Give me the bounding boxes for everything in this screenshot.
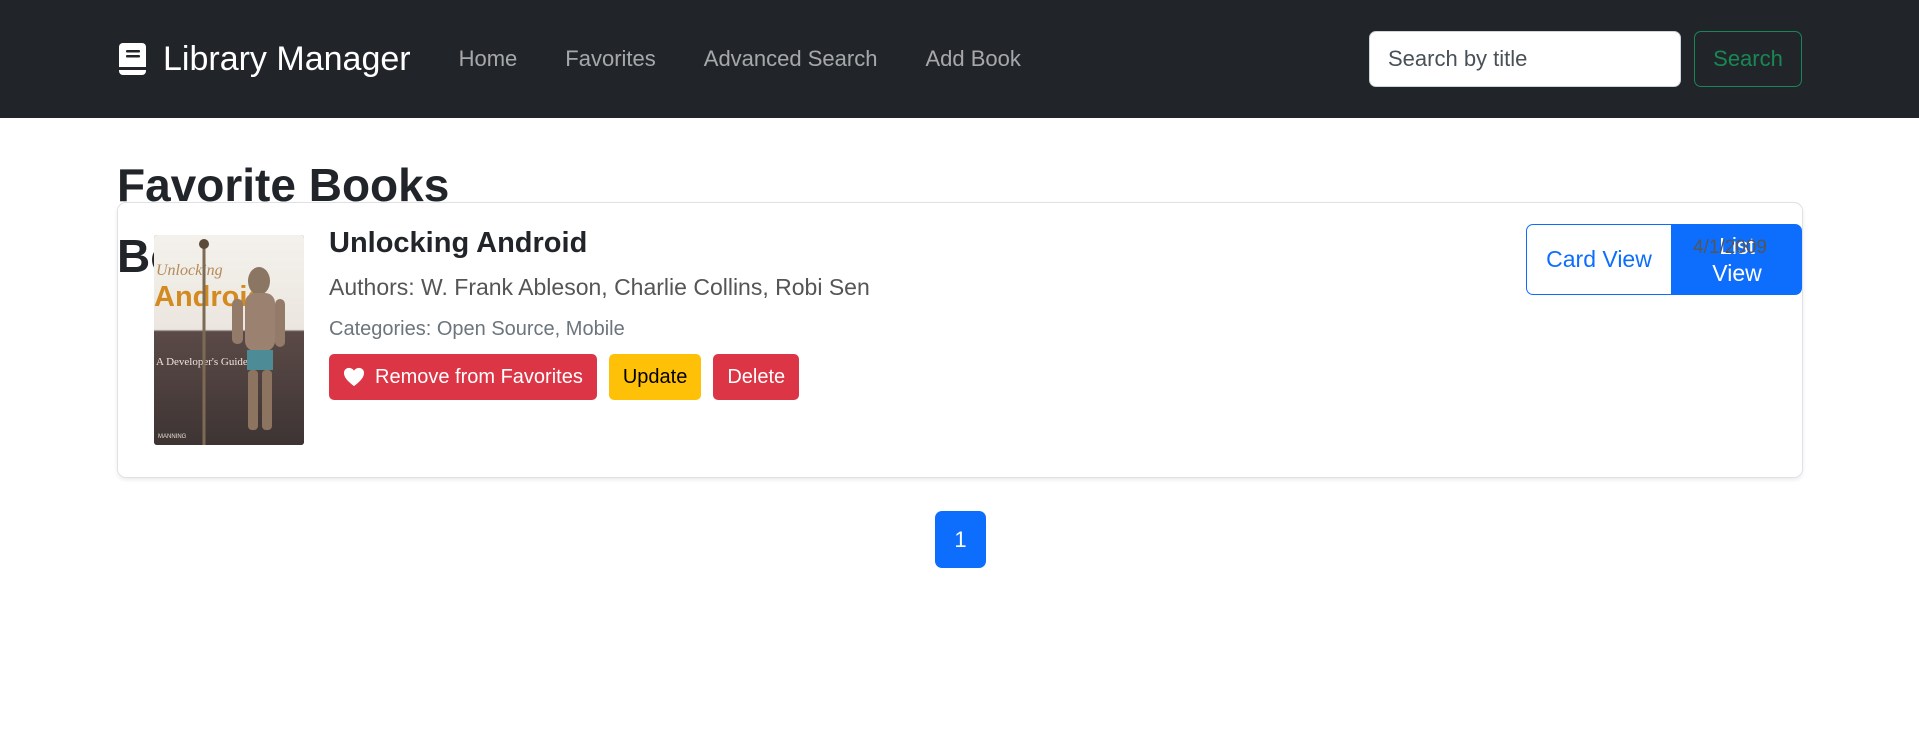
nav-links: Home Favorites Advanced Search Add Book: [435, 46, 1045, 72]
brand-text-light: Manager: [276, 39, 411, 78]
cover-line4: MANNING: [158, 434, 187, 440]
book-list-item: Unlocking Android A Developer's Guide MA…: [117, 202, 1803, 478]
nav-home[interactable]: Home: [435, 46, 542, 72]
book-actions: Remove from Favorites Update Delete: [329, 354, 800, 400]
pagination: 1: [935, 511, 986, 568]
brand-text: Library Manager: [163, 40, 411, 79]
book-categories: Categories: Open Source, Mobile: [329, 318, 625, 340]
brand-text-bold: Library: [163, 39, 267, 78]
nav-add-book[interactable]: Add Book: [901, 46, 1044, 72]
navbar: Library Manager Home Favorites Advanced …: [0, 0, 1919, 118]
cover-line3: A Developer's Guide: [156, 356, 248, 368]
heart-icon: [344, 367, 364, 387]
page-1-button[interactable]: 1: [935, 511, 986, 568]
remove-from-favorites-label: Remove from Favorites: [375, 365, 583, 388]
book-date: 4/1/2009: [1693, 237, 1767, 258]
delete-button[interactable]: Delete: [713, 354, 800, 400]
remove-from-favorites-button[interactable]: Remove from Favorites: [329, 354, 597, 400]
nav-favorites[interactable]: Favorites: [541, 46, 679, 72]
brand[interactable]: Library Manager: [117, 40, 411, 79]
update-button[interactable]: Update: [608, 354, 702, 400]
search-button[interactable]: Search: [1694, 31, 1802, 87]
book-authors: Authors: W. Frank Ableson, Charlie Colli…: [329, 274, 870, 300]
cover-line1: Unlocking: [156, 262, 223, 279]
book-icon: [119, 43, 146, 75]
nav-advanced-search[interactable]: Advanced Search: [680, 46, 902, 72]
book-cover-art: Unlocking Android A Developer's Guide MA…: [154, 235, 304, 445]
book-cover-image: Unlocking Android A Developer's Guide MA…: [154, 235, 304, 445]
search-input[interactable]: [1369, 31, 1681, 87]
book-title: Unlocking Android: [329, 227, 588, 259]
